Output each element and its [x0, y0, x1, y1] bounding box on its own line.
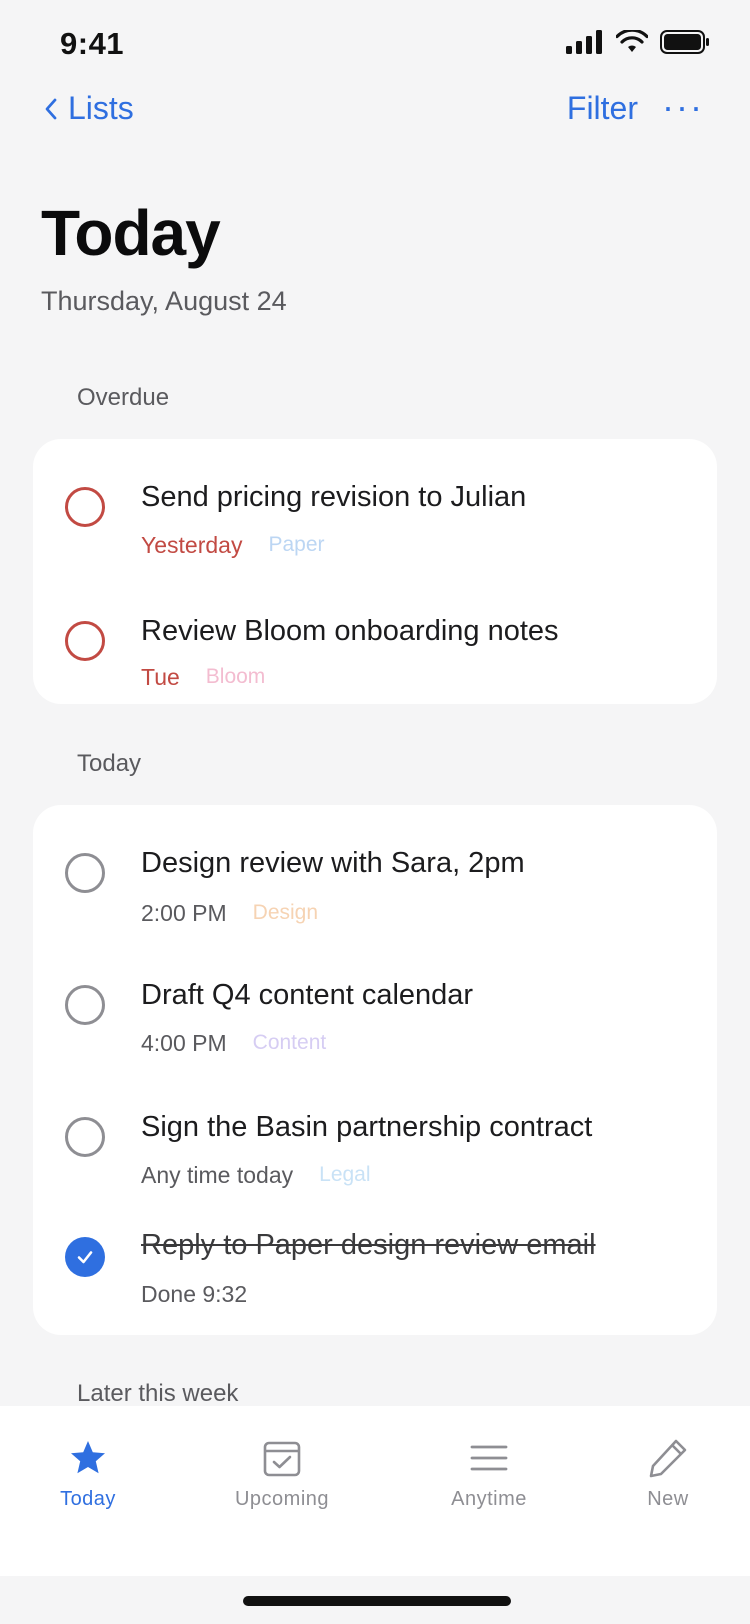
tab-bar: Today Upcoming Anytime New — [0, 1406, 750, 1576]
battery-icon — [660, 30, 709, 54]
task-meta: Tue Bloom — [141, 663, 273, 691]
more-options-button[interactable]: ··· — [662, 86, 704, 128]
task-row[interactable]: Sign the Basin partnership contract Any … — [33, 1087, 717, 1197]
home-indicator[interactable] — [243, 1596, 511, 1606]
today-card: Design review with Sara, 2pm 2:00 PM Des… — [33, 805, 717, 1335]
back-label: Lists — [68, 90, 134, 126]
checkmark-icon — [77, 1251, 93, 1264]
task-checkbox[interactable] — [65, 985, 105, 1025]
task-row[interactable]: Draft Q4 content calendar 4:00 PM Conten… — [33, 955, 717, 1065]
task-meta: Yesterday Paper — [141, 531, 333, 559]
task-title: Draft Q4 content calendar — [141, 979, 474, 1011]
section-label-today: Today — [77, 750, 142, 777]
task-tag: Content — [252, 1031, 327, 1054]
task-completed-time: Done 9:32 — [141, 1281, 248, 1307]
tab-upcoming[interactable]: Upcoming — [202, 1436, 362, 1511]
wifi-icon — [616, 30, 648, 52]
pencil-icon — [649, 1439, 687, 1478]
tab-label: Upcoming — [234, 1488, 330, 1510]
navigation-bar: Lists Filter ··· — [0, 84, 750, 140]
task-checkbox[interactable] — [65, 1117, 105, 1157]
status-icons — [566, 30, 710, 54]
task-meta: 2:00 PM Design — [141, 899, 326, 927]
overdue-card: Send pricing revision to Julian Yesterda… — [33, 439, 717, 704]
task-checkbox-checked[interactable] — [65, 1237, 105, 1277]
tab-today[interactable]: Today — [8, 1436, 168, 1511]
tab-label: Today — [60, 1488, 116, 1510]
page-title: Today — [41, 197, 221, 269]
task-title: Send pricing revision to Julian — [141, 481, 527, 513]
section-label-later: Later this week — [77, 1380, 239, 1407]
task-tag: Paper — [268, 533, 325, 556]
task-time: Any time today — [141, 1161, 294, 1188]
task-tag: Legal — [319, 1163, 371, 1186]
tab-label: Anytime — [451, 1488, 527, 1510]
task-checkbox[interactable] — [65, 487, 105, 527]
task-meta: 4:00 PM Content — [141, 1029, 334, 1057]
task-checkbox[interactable] — [65, 853, 105, 893]
status-time: 9:41 — [60, 26, 125, 61]
task-due: Tue — [141, 663, 180, 690]
task-tag: Design — [252, 901, 319, 924]
task-due: Yesterday — [141, 531, 243, 558]
tab-label: New — [647, 1488, 689, 1510]
chevron-left-icon — [45, 98, 57, 119]
tab-new[interactable]: New — [588, 1436, 748, 1511]
cellular-signal-icon — [566, 30, 602, 54]
task-tag: Bloom — [205, 665, 266, 688]
task-time: 4:00 PM — [141, 1029, 227, 1056]
task-meta: Done 9:32 — [141, 1281, 247, 1308]
task-meta: Any time today Legal — [141, 1161, 379, 1189]
tab-anytime[interactable]: Anytime — [409, 1436, 569, 1511]
task-row[interactable]: Review Bloom onboarding notes Tue Bloom — [33, 591, 717, 701]
task-title: Sign the Basin partnership contract — [141, 1111, 593, 1143]
filter-button[interactable]: Filter — [567, 90, 638, 127]
section-label-overdue: Overdue — [77, 384, 170, 411]
task-title: Reply to Paper design review email — [141, 1229, 596, 1261]
task-row[interactable]: Send pricing revision to Julian Yesterda… — [33, 457, 717, 567]
task-title: Review Bloom onboarding notes — [141, 615, 559, 647]
status-bar: 9:41 — [0, 0, 750, 90]
task-checkbox[interactable] — [65, 621, 105, 661]
task-time: 2:00 PM — [141, 899, 227, 926]
star-icon — [71, 1441, 105, 1474]
back-button[interactable]: Lists — [44, 90, 134, 127]
page-date: Thursday, August 24 — [41, 286, 287, 316]
task-row[interactable]: Reply to Paper design review email Done … — [33, 1211, 717, 1321]
calendar-check-icon — [263, 1441, 301, 1477]
task-row[interactable]: Design review with Sara, 2pm 2:00 PM Des… — [33, 823, 717, 933]
task-title: Design review with Sara, 2pm — [141, 847, 525, 879]
list-icon — [470, 1445, 508, 1471]
